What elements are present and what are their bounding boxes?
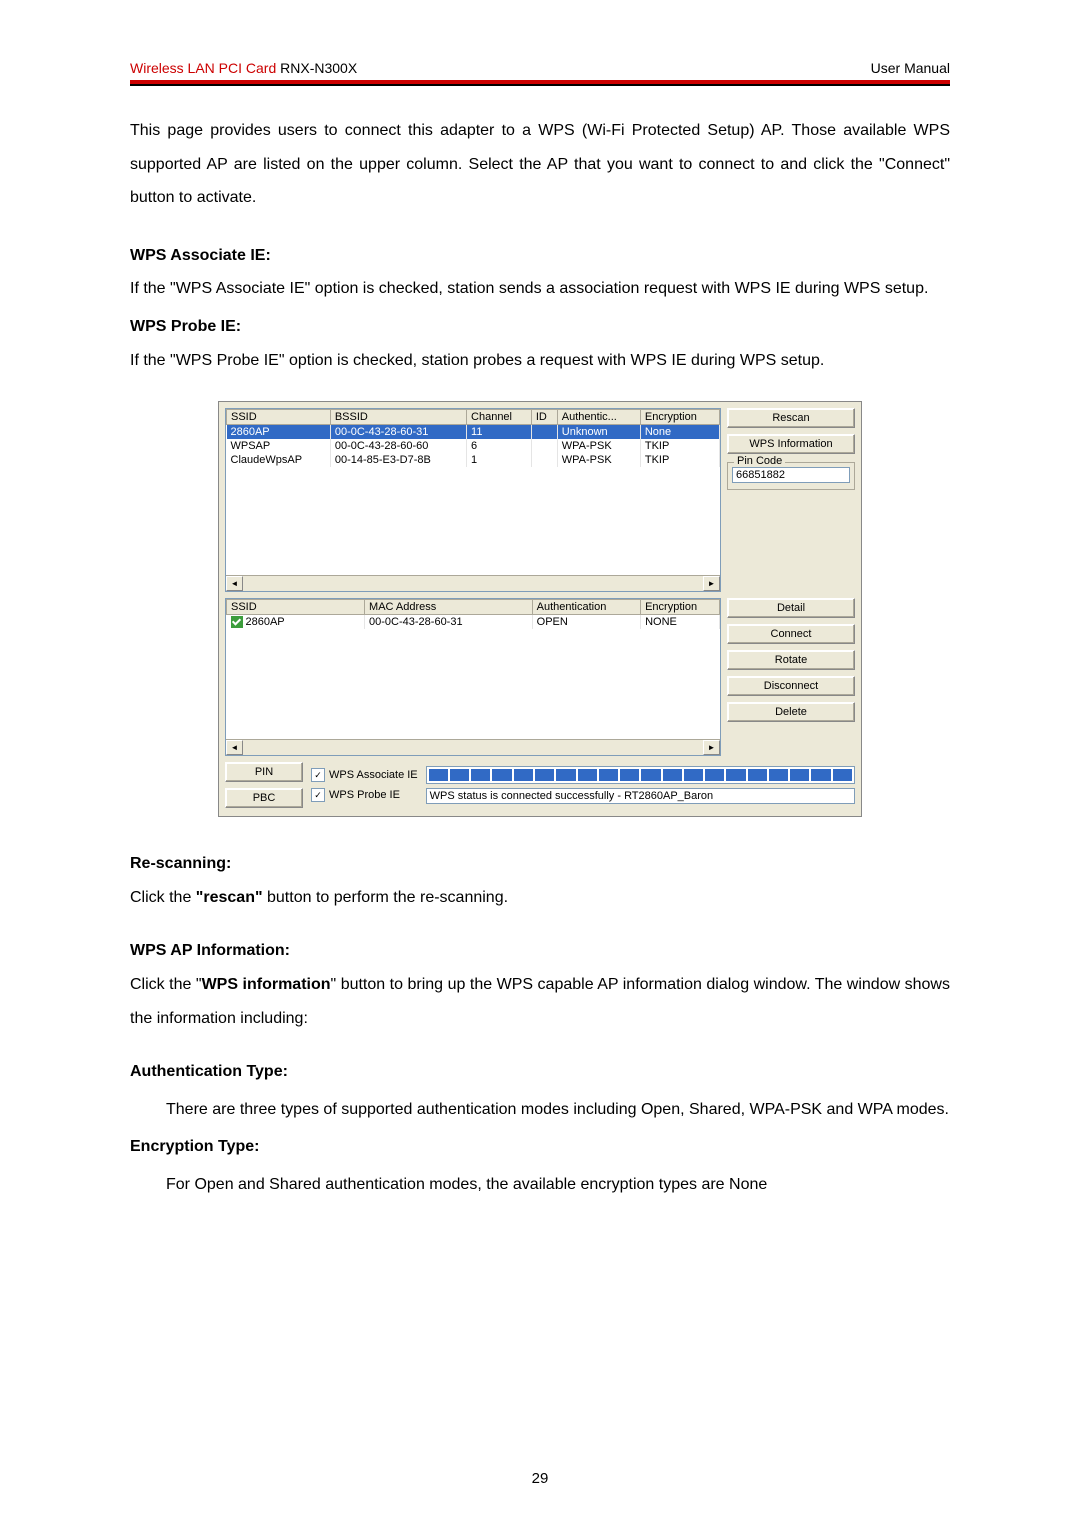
doc-type-label: User Manual (871, 60, 950, 76)
pin-code-label: Pin Code (734, 455, 785, 467)
scroll-left-icon[interactable]: ◄ (226, 740, 243, 755)
table-row[interactable]: 2860AP 00-0C-43-28-60-31 OPEN NONE (227, 615, 720, 630)
wps-progress-bar (426, 766, 855, 784)
pin-code-group: Pin Code (727, 462, 855, 490)
wps-ap-info-block: WPS AP Information: Click the "WPS infor… (130, 934, 950, 1035)
table-row[interactable]: ClaudeWpsAP 00-14-85-E3-D7-8B 1 WPA-PSK … (227, 453, 720, 467)
connect-button[interactable]: Connect (727, 624, 855, 644)
col-channel[interactable]: Channel (467, 410, 532, 425)
disconnect-button[interactable]: Disconnect (727, 676, 855, 696)
scroll-right-icon[interactable]: ► (703, 576, 720, 591)
col-bssid[interactable]: BSSID (330, 410, 466, 425)
enc-type-block: Encryption Type: (130, 1130, 950, 1164)
header-rule-black (130, 84, 950, 86)
enc-type-body: For Open and Shared authentication modes… (130, 1168, 950, 1202)
pin-button[interactable]: PIN (225, 762, 303, 782)
doc-title-product: Wireless LAN PCI Card (130, 60, 276, 76)
wps-associate-title: WPS Associate IE: (130, 247, 271, 264)
auth-type-body: There are three types of supported authe… (130, 1093, 950, 1127)
horizontal-scrollbar[interactable]: ◄ ► (226, 739, 720, 755)
col2-auth[interactable]: Authentication (532, 600, 640, 615)
wps-dialog-screenshot: SSID BSSID Channel ID Authentic... Encry… (218, 401, 862, 817)
col-id[interactable]: ID (531, 410, 557, 425)
wps-probe-body: If the "WPS Probe IE" option is checked,… (130, 352, 824, 369)
wps-ap-list[interactable]: SSID BSSID Channel ID Authentic... Encry… (225, 408, 721, 592)
doc-header: Wireless LAN PCI Card RNX-N300X User Man… (130, 60, 950, 80)
horizontal-scrollbar[interactable]: ◄ ► (226, 575, 720, 591)
wps-ap-info-title: WPS AP Information: (130, 942, 290, 959)
rescan-button[interactable]: Rescan (727, 408, 855, 428)
rescanning-block: Re-scanning: Click the "rescan" button t… (130, 847, 950, 914)
col-ssid[interactable]: SSID (227, 410, 331, 425)
wps-probe-title: WPS Probe IE: (130, 318, 241, 335)
wps-probe-ie-checkbox[interactable]: ✓WPS Probe IE (311, 788, 418, 802)
pin-code-input[interactable] (732, 467, 850, 483)
doc-title: Wireless LAN PCI Card RNX-N300X (130, 60, 357, 76)
table-row[interactable]: WPSAP 00-0C-43-28-60-60 6 WPA-PSK TKIP (227, 439, 720, 453)
scroll-left-icon[interactable]: ◄ (226, 576, 243, 591)
table-row[interactable]: 2860AP 00-0C-43-28-60-31 11 Unknown None (227, 425, 720, 440)
doc-title-model: RNX-N300X (276, 60, 357, 76)
col-encryption[interactable]: Encryption (640, 410, 719, 425)
col2-ssid[interactable]: SSID (227, 600, 365, 615)
wps-profile-header-row: SSID MAC Address Authentication Encrypti… (227, 600, 720, 615)
wps-profile-list[interactable]: SSID MAC Address Authentication Encrypti… (225, 598, 721, 756)
pbc-button[interactable]: PBC (225, 788, 303, 808)
wps-associate-body: If the "WPS Associate IE" option is chec… (130, 280, 928, 297)
auth-type-title: Authentication Type: (130, 1063, 288, 1080)
col-authentication[interactable]: Authentic... (557, 410, 640, 425)
connected-icon (231, 616, 243, 628)
delete-button[interactable]: Delete (727, 702, 855, 722)
wps-status-text: WPS status is connected successfully - R… (426, 788, 855, 804)
rescanning-title: Re-scanning: (130, 855, 231, 872)
wps-associate-ie-checkbox[interactable]: ✓WPS Associate IE (311, 768, 418, 782)
detail-button[interactable]: Detail (727, 598, 855, 618)
scroll-right-icon[interactable]: ► (703, 740, 720, 755)
auth-type-block: Authentication Type: (130, 1055, 950, 1089)
col2-enc[interactable]: Encryption (641, 600, 720, 615)
rotate-button[interactable]: Rotate (727, 650, 855, 670)
page-number: 29 (0, 1470, 1080, 1487)
intro-paragraph: This page provides users to connect this… (130, 114, 950, 215)
wps-associate-block: WPS Associate IE: If the "WPS Associate … (130, 239, 950, 306)
col2-mac[interactable]: MAC Address (365, 600, 533, 615)
wps-ap-list-header-row: SSID BSSID Channel ID Authentic... Encry… (227, 410, 720, 425)
wps-information-button[interactable]: WPS Information (727, 434, 855, 454)
enc-type-title: Encryption Type: (130, 1138, 260, 1155)
wps-probe-block: WPS Probe IE: If the "WPS Probe IE" opti… (130, 310, 950, 377)
